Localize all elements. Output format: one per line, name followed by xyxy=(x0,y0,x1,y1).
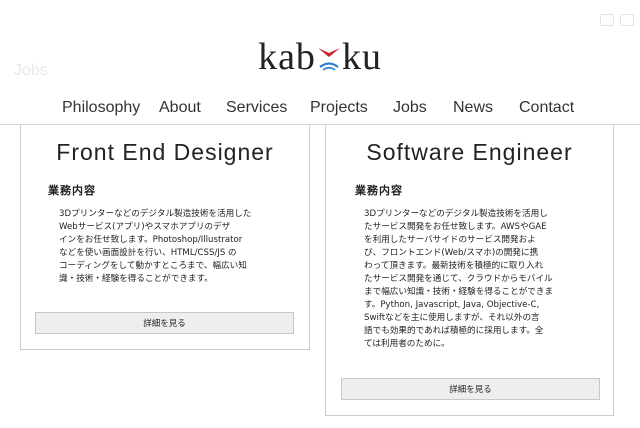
nav-news[interactable]: News xyxy=(453,99,493,117)
job-description-line: 3Dプリンターなどのデジタル製造技術を活用した xyxy=(59,209,252,219)
nav-projects[interactable]: Projects xyxy=(310,99,368,117)
job-description-line: び、フロントエンド(Web/スマホ)の開発に携 xyxy=(364,248,539,258)
job-description-line: まで幅広い知識・技術・経験を得ることができま xyxy=(364,287,554,297)
nav-philosophy[interactable]: Philosophy xyxy=(62,99,140,117)
job-description-line: ては利用者のために。 xyxy=(364,339,450,349)
detail-button[interactable]: 詳細を見る xyxy=(341,378,600,400)
job-description-line: Swiftなどを主に使用しますが、それ以外の言 xyxy=(364,313,540,323)
job-description: 3Dプリンターなどのデジタル製造技術を活用した Webサービス(アプリ)やスマホ… xyxy=(59,208,251,286)
job-description-line: 識・技術・経験を得ることができます。 xyxy=(59,274,213,284)
window-icon[interactable] xyxy=(620,14,634,26)
main-nav: Philosophy About Services Projects Jobs … xyxy=(0,99,640,123)
job-description-line: わって頂きます。最新技術を積極的に取り入れ xyxy=(364,261,544,271)
job-description: 3Dプリンターなどのデジタル製造技術を活用し たサービス開発をお任せ致します。A… xyxy=(364,208,553,351)
job-title: Software Engineer xyxy=(366,139,573,165)
job-section-label: 業務内容 xyxy=(355,184,403,197)
job-description-line: を利用したサーバサイドのサービス開発およ xyxy=(364,235,536,245)
job-card-software-engineer: Software Engineer 業務内容 3Dプリンターなどのデジタル製造技… xyxy=(325,125,614,416)
job-description-line: コーディングをして動かすところまで、幅広い知 xyxy=(59,261,247,271)
job-description-line: Webサービス(アプリ)やスマホアプリのデザ xyxy=(59,222,231,232)
detail-button[interactable]: 詳細を見る xyxy=(35,312,294,334)
nav-jobs[interactable]: Jobs xyxy=(393,99,427,117)
nav-contact[interactable]: Contact xyxy=(519,99,574,117)
job-description-line: たサービス開発を通じて、クラウドからモバイル xyxy=(364,274,553,284)
job-description-line: たサービス開発をお任せ致します。AWSやGAE xyxy=(364,222,547,232)
logo-text-right: ku xyxy=(341,36,382,78)
job-description-line: などを使い画面設計を行い、HTML/CSS/JS の xyxy=(59,248,237,258)
nav-services[interactable]: Services xyxy=(226,99,287,117)
job-description-line: 語でも効果的であれば積極的に採用します。全 xyxy=(364,326,544,336)
job-card-front-end-designer: Front End Designer 業務内容 3Dプリンターなどのデジタル製造… xyxy=(20,125,310,350)
window-icon[interactable] xyxy=(600,14,614,26)
job-section-label: 業務内容 xyxy=(48,184,96,197)
job-description-line: 3Dプリンターなどのデジタル製造技術を活用し xyxy=(364,209,548,219)
job-title: Front End Designer xyxy=(56,139,274,165)
job-description-line: す。Python, Javascript, Java, Objective-C, xyxy=(364,300,540,310)
corner-icons xyxy=(600,14,634,26)
job-description-line: インをお任せ致します。Photoshop/Illustrator xyxy=(59,235,243,245)
bird-icon xyxy=(317,48,340,71)
site-logo[interactable]: kab ku xyxy=(0,26,640,76)
nav-about[interactable]: About xyxy=(159,99,201,117)
logo-text-left: kab xyxy=(258,36,316,78)
